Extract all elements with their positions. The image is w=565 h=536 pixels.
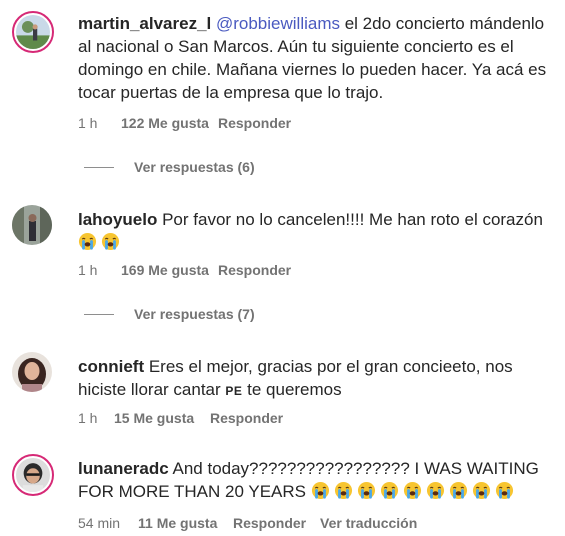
loudly-crying-face-icon	[426, 481, 444, 500]
reply-button[interactable]: Responder	[210, 410, 283, 426]
translate-button[interactable]: Ver traducción	[320, 515, 417, 531]
view-replies-button[interactable]: Ver respuestas (6)	[84, 159, 255, 175]
comment-time: 1 h	[78, 115, 98, 131]
comment-username[interactable]: connieft	[78, 357, 144, 376]
loudly-crying-face-icon	[311, 481, 329, 500]
mention-link[interactable]: @robbiewilliams	[216, 14, 340, 33]
comment-body: connieft Eres el mejor, gracias por el g…	[78, 355, 555, 403]
loudly-crying-face-icon	[495, 481, 513, 500]
divider-line	[84, 313, 114, 315]
likes-count[interactable]: 15 Me gusta	[114, 410, 210, 426]
comment-text: Por favor no lo cancelen!!!! Me han roto…	[162, 210, 543, 229]
loudly-crying-face-icon	[403, 481, 421, 500]
likes-count[interactable]: 11 Me gusta	[138, 515, 233, 531]
view-replies-button[interactable]: Ver respuestas (7)	[84, 306, 255, 322]
small-caps-text: PE	[225, 384, 243, 398]
likes-count[interactable]: 169 Me gusta	[121, 262, 218, 278]
comment-time: 1 h	[78, 410, 98, 426]
comment-meta: 1 h 169 Me gusta Responder	[78, 262, 291, 278]
emoji-row	[78, 232, 124, 252]
comment-text-end: te queremos	[242, 380, 342, 399]
comment-time: 1 h	[78, 262, 98, 278]
loudly-crying-face-icon	[449, 481, 467, 500]
avatar[interactable]	[12, 205, 52, 245]
loudly-crying-face-icon	[472, 481, 490, 500]
likes-count[interactable]: 122 Me gusta	[121, 115, 218, 131]
comment-body: martin_alvarez_l @robbiewilliams el 2do …	[78, 12, 555, 104]
view-replies-label: Ver respuestas (6)	[134, 159, 255, 175]
reply-button[interactable]: Responder	[218, 262, 291, 278]
comment-body: lunaneradc And today????????????????? I …	[78, 457, 555, 503]
avatar[interactable]	[12, 454, 54, 496]
loudly-crying-face-icon	[380, 481, 398, 500]
comment-time: 54 min	[78, 515, 121, 531]
comment-meta: 54 min 11 Me gusta Responder Ver traducc…	[78, 515, 417, 531]
emoji-row	[311, 481, 518, 501]
loudly-crying-face-icon	[357, 481, 375, 500]
reply-button[interactable]: Responder	[233, 515, 320, 531]
loudly-crying-face-icon	[334, 481, 352, 500]
comment-username[interactable]: martin_alvarez_l	[78, 14, 211, 33]
view-replies-label: Ver respuestas (7)	[134, 306, 255, 322]
loudly-crying-face-icon	[78, 232, 97, 251]
comment-username[interactable]: lunaneradc	[78, 459, 169, 478]
avatar[interactable]	[12, 11, 54, 53]
loudly-crying-face-icon	[101, 232, 120, 251]
divider-line	[84, 166, 114, 168]
comment-meta: 1 h 15 Me gusta Responder	[78, 410, 283, 426]
comment-username[interactable]: lahoyuelo	[78, 210, 157, 229]
avatar[interactable]	[12, 352, 52, 392]
comment-body: lahoyuelo Por favor no lo cancelen!!!! M…	[78, 208, 555, 254]
reply-button[interactable]: Responder	[218, 115, 291, 131]
comment-meta: 1 h 122 Me gusta Responder	[78, 115, 291, 131]
